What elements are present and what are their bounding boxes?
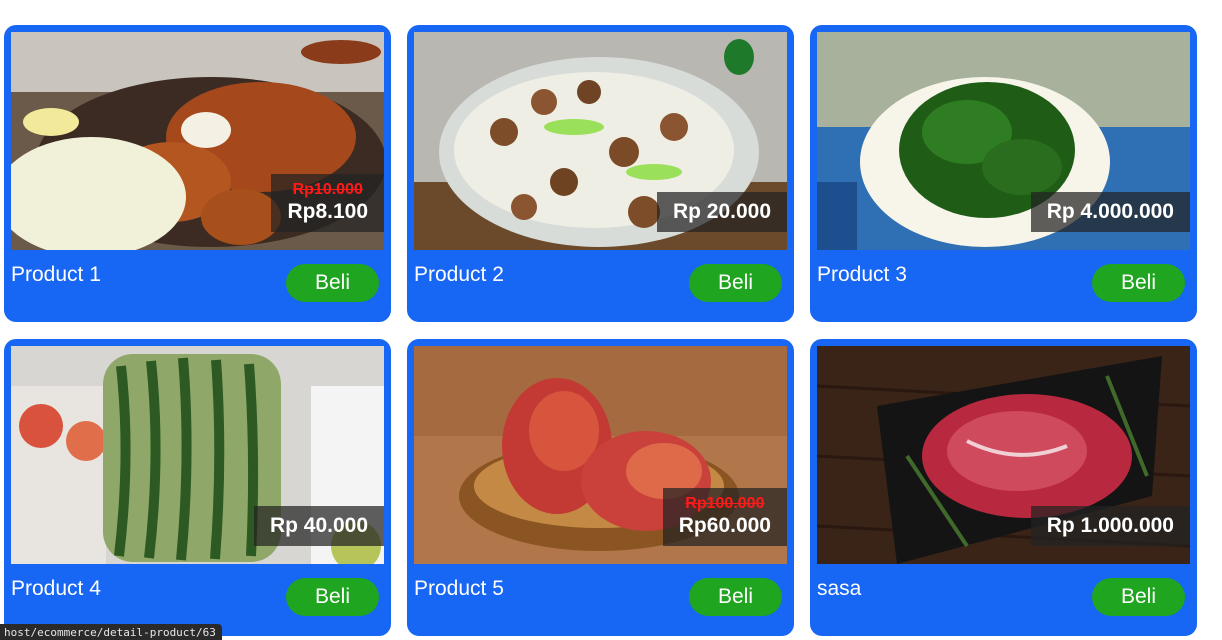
buy-button[interactable]: Beli <box>1092 578 1185 616</box>
product-image[interactable]: Rp 4.000.000 <box>817 32 1190 250</box>
product-image[interactable]: Rp 40.000 <box>11 346 384 564</box>
price-tag: Rp100.000 Rp60.000 <box>662 488 787 546</box>
original-price: Rp100.000 <box>685 495 765 512</box>
buy-button[interactable]: Beli <box>689 264 782 302</box>
price-tag: Rp10.000 Rp8.100 <box>271 174 384 232</box>
product-card[interactable]: Rp 40.000 Product 4 Beli <box>4 339 391 636</box>
product-card[interactable]: Rp 1.000.000 sasa Beli <box>810 339 1197 636</box>
product-name[interactable]: sasa <box>817 577 861 601</box>
current-price: Rp 20.000 <box>672 200 771 223</box>
price-tag: Rp 4.000.000 <box>1030 192 1190 232</box>
buy-button[interactable]: Beli <box>689 578 782 616</box>
product-grid: Rp10.000 Rp8.100 Product 1 Beli Rp 20.00… <box>4 25 1198 636</box>
product-card[interactable]: Rp100.000 Rp60.000 Product 5 Beli <box>407 339 794 636</box>
current-price: Rp60.000 <box>678 514 771 537</box>
status-bar-url: host/ecommerce/detail-product/63 <box>0 624 222 640</box>
product-name[interactable]: Product 1 <box>11 263 101 287</box>
product-card[interactable]: Rp 20.000 Product 2 Beli <box>407 25 794 322</box>
product-image[interactable]: Rp 20.000 <box>414 32 787 250</box>
price-tag: Rp 20.000 <box>656 192 787 232</box>
product-card[interactable]: Rp10.000 Rp8.100 Product 1 Beli <box>4 25 391 322</box>
original-price: Rp10.000 <box>292 181 363 198</box>
price-tag: Rp 1.000.000 <box>1030 506 1190 546</box>
product-image[interactable]: Rp100.000 Rp60.000 <box>414 346 787 564</box>
buy-button[interactable]: Beli <box>286 578 379 616</box>
current-price: Rp 40.000 <box>269 514 368 537</box>
current-price: Rp 1.000.000 <box>1046 514 1174 537</box>
current-price: Rp8.100 <box>287 200 368 223</box>
buy-button[interactable]: Beli <box>1092 264 1185 302</box>
price-tag: Rp 40.000 <box>253 506 384 546</box>
product-name[interactable]: Product 4 <box>11 577 101 601</box>
product-name[interactable]: Product 3 <box>817 263 907 287</box>
product-image[interactable]: Rp10.000 Rp8.100 <box>11 32 384 250</box>
product-name[interactable]: Product 5 <box>414 577 504 601</box>
buy-button[interactable]: Beli <box>286 264 379 302</box>
product-image[interactable]: Rp 1.000.000 <box>817 346 1190 564</box>
current-price: Rp 4.000.000 <box>1046 200 1174 223</box>
product-card[interactable]: Rp 4.000.000 Product 3 Beli <box>810 25 1197 322</box>
product-name[interactable]: Product 2 <box>414 263 504 287</box>
